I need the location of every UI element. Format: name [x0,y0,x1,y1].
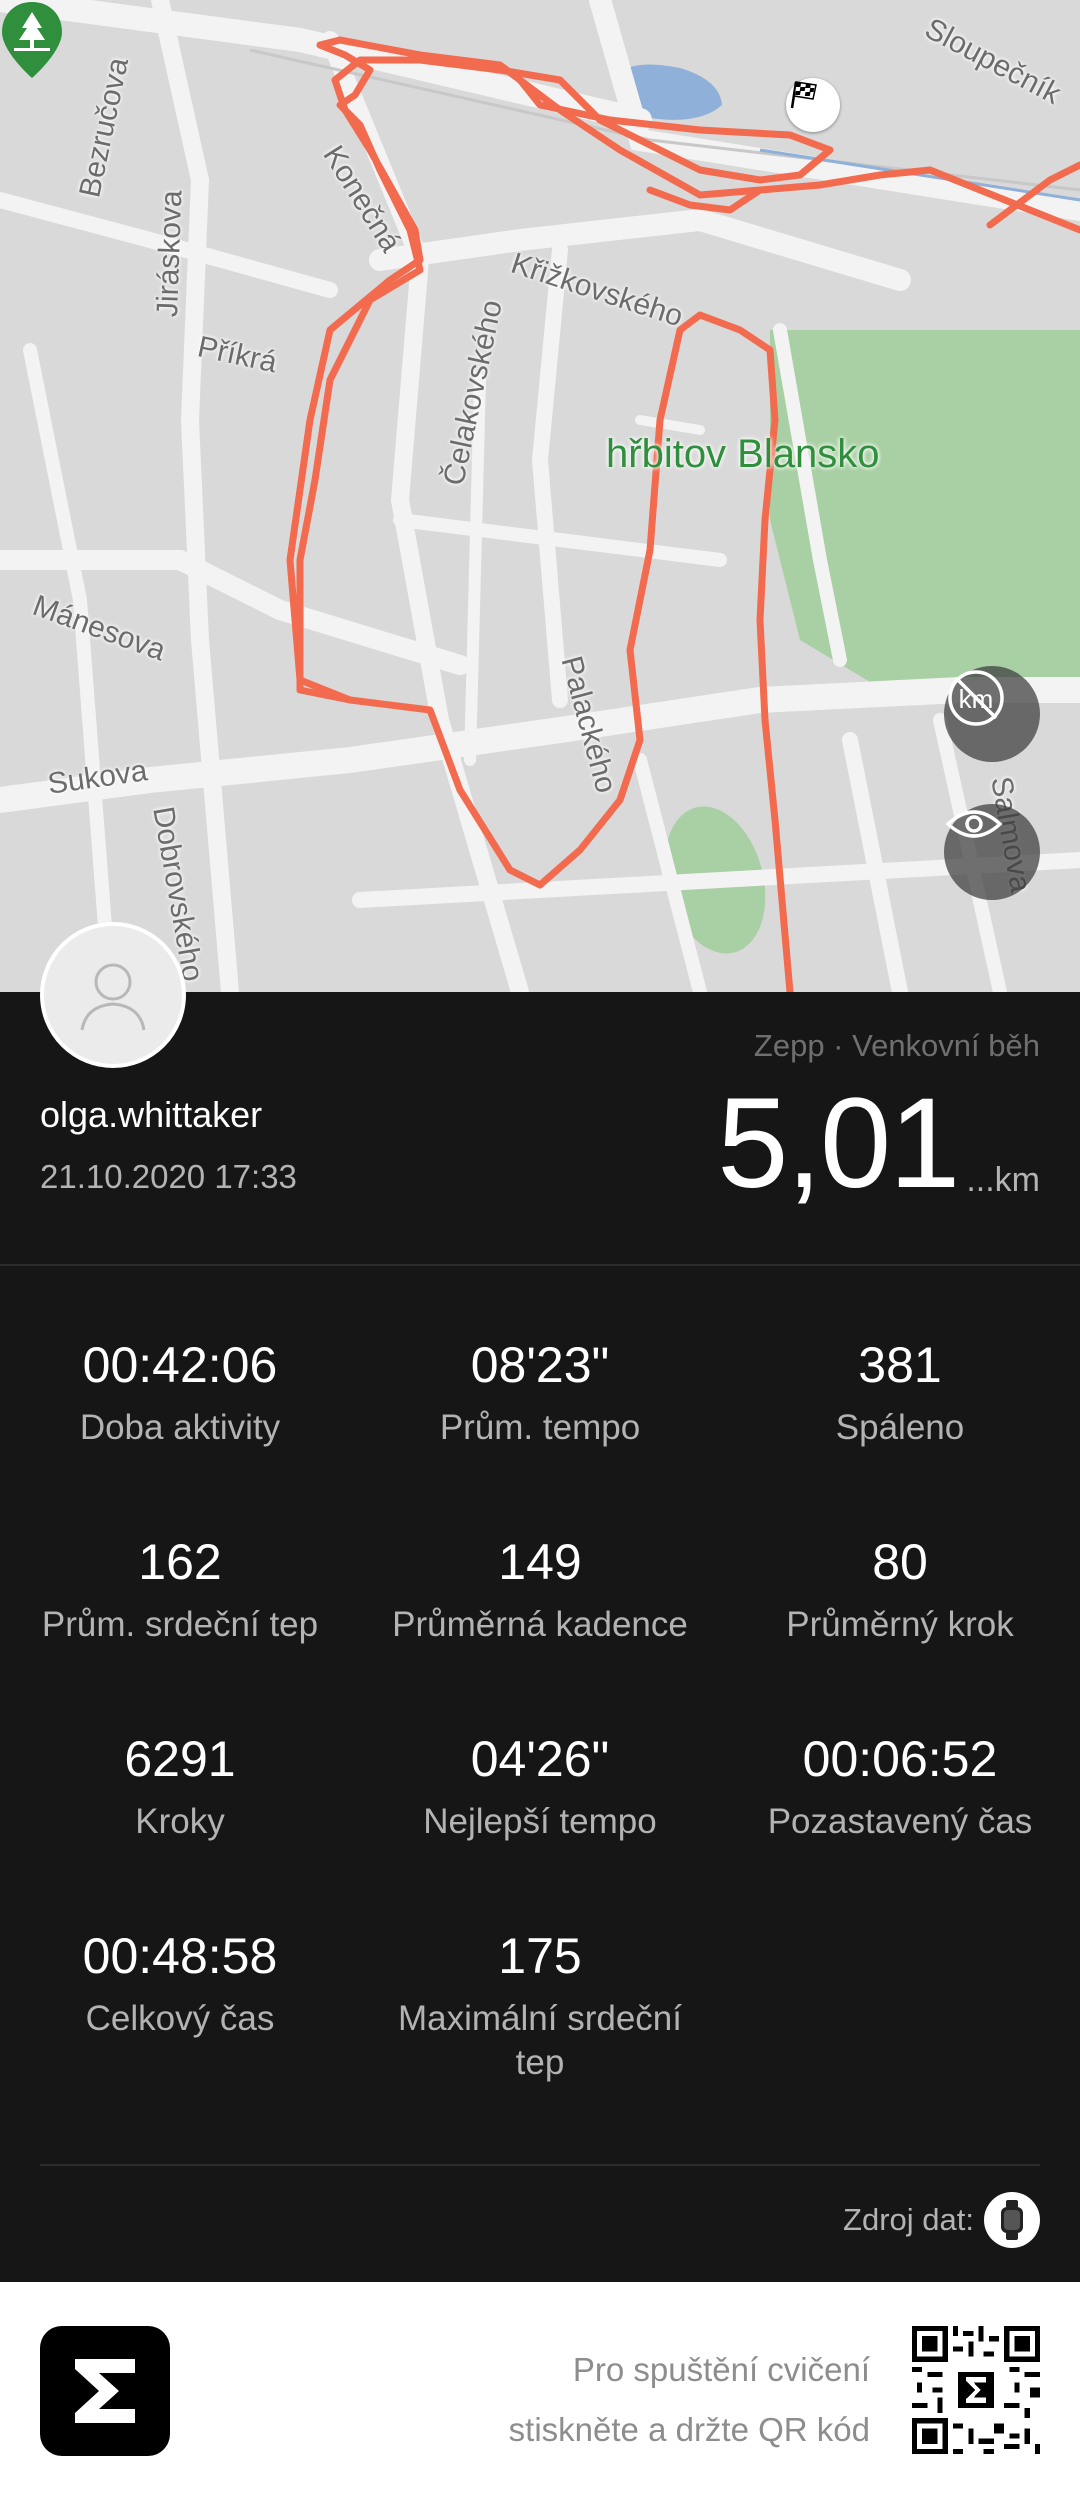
stat-value: 08'23" [470,1337,610,1393]
data-source: Zdroj dat: [843,2192,1040,2248]
stat-label: Průměrný krok [786,1605,1014,1644]
distance-value: 5,01 [717,1072,960,1215]
activity-datetime: 21.10.2020 17:33 [40,1158,297,1195]
distance: 5,01 ...km [717,1080,1040,1208]
watch-icon [984,2192,1040,2248]
stat-item: 6291 Kroky [0,1734,360,1844]
stat-value: 00:42:06 [82,1337,278,1393]
data-source-label: Zdroj dat: [843,2202,974,2237]
stat-label: Prům. tempo [439,1408,641,1447]
qr-instructions: Pro spuštění cvičení stiskněte a držte Q… [509,2340,870,2460]
stat-label: Prům. srdeční tep [41,1605,319,1644]
stat-label: Celkový čas [85,1999,275,2038]
stat-item: 00:06:52 Pozastavený čas [720,1734,1080,1844]
stat-value: 381 [858,1337,942,1393]
eye-icon [945,810,1003,838]
qr-instructions-line2: stiskněte a držte QR kód [508,2411,870,2448]
hide-km-markers-button[interactable]: km [944,666,1040,762]
divider [0,1264,1080,1266]
poi-label[interactable]: hřbitov Blansko [606,432,879,477]
stat-value: 162 [138,1534,222,1590]
route-map[interactable]: Sloupečník Bezručova Jiráskova Konečná K… [0,0,1080,992]
stat-value: 80 [872,1534,928,1590]
stat-item: 175 Maximální srdeční tep [360,1931,720,2085]
username: olga.whittaker [40,1094,263,1135]
stat-item: 149 Průměrná kadence [360,1537,720,1647]
street-label: Jiráskova [151,189,189,318]
stat-label: Maximální srdeční tep [398,1999,682,2082]
user-avatar-icon[interactable] [40,922,186,1068]
stat-label: Pozastavený čas [767,1802,1033,1841]
distance-unit: ...km [966,1161,1040,1199]
stat-item: 00:48:58 Celkový čas [0,1931,360,2041]
checkered-flag-icon [786,78,840,132]
km-off-icon: km [948,670,1004,726]
stat-item: 80 Průměrný krok [720,1537,1080,1647]
visibility-button[interactable] [944,804,1040,900]
stat-value: 00:48:58 [82,1928,278,1984]
stat-label: Spáleno [835,1408,965,1447]
qr-instructions-line1: Pro spuštění cvičení [572,2351,870,2388]
stat-value: 149 [498,1534,582,1590]
stat-item: 162 Prům. srdeční tep [0,1537,360,1647]
tree-pin-icon[interactable] [0,0,64,80]
stat-label: Kroky [135,1802,225,1841]
stat-item: 08'23" Prům. tempo [360,1340,720,1450]
stat-label: Nejlepší tempo [423,1802,657,1841]
stat-item: 00:42:06 Doba aktivity [0,1340,360,1450]
zepp-sigma-logo [40,2326,170,2456]
stat-item: 04'26" Nejlepší tempo [360,1734,720,1844]
stat-label: Doba aktivity [79,1408,281,1447]
activity-type: Zepp · Venkovní běh [753,1028,1040,1063]
stat-value: 04'26" [470,1731,610,1787]
qr-code-icon[interactable] [912,2326,1040,2454]
stat-value: 00:06:52 [802,1731,998,1787]
stat-label: Průměrná kadence [392,1605,688,1644]
stat-value: 6291 [124,1731,236,1787]
divider [40,2164,1040,2166]
stat-item: 381 Spáleno [720,1340,1080,1450]
stat-value: 175 [498,1928,582,1984]
